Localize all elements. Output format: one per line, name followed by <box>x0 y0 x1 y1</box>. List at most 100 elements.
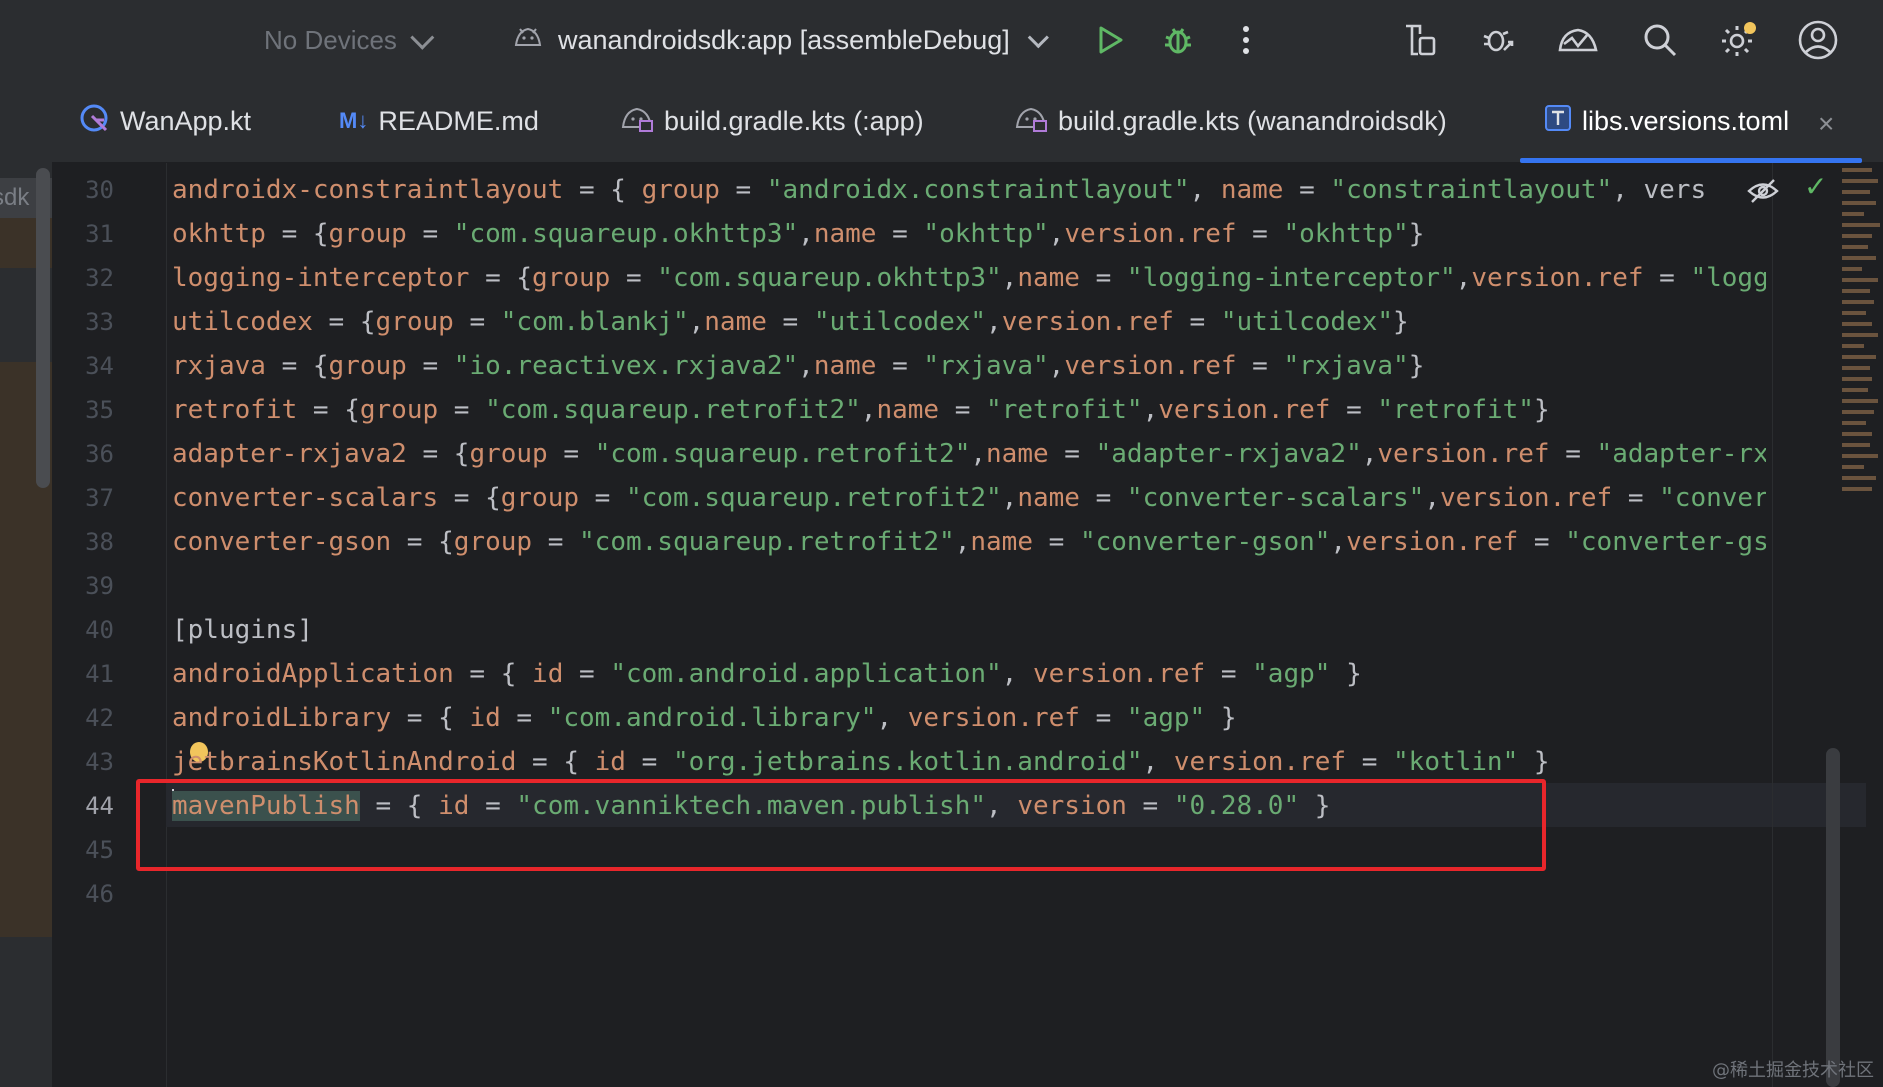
line-number: 45 <box>85 836 114 864</box>
error-stripe[interactable] <box>1842 168 1883 528</box>
right-margin-guide <box>1772 163 1773 1087</box>
account-icon[interactable] <box>1796 18 1840 62</box>
line-number: 46 <box>85 880 114 908</box>
code-line[interactable]: converter-scalars = {group = "com.square… <box>172 476 1766 520</box>
error-stripe-mark <box>1842 487 1872 491</box>
error-stripe-mark <box>1842 267 1862 271</box>
tab-build-gradle-app[interactable]: build.gradle.kts (:app) <box>620 80 924 162</box>
line-number: 43 <box>85 748 114 776</box>
code-line[interactable]: adapter-rxjava2 = {group = "com.squareup… <box>172 432 1766 476</box>
tab-readme-md[interactable]: M↓ README.md <box>339 80 539 162</box>
error-stripe-mark <box>1842 168 1872 172</box>
line-number: 35 <box>85 396 114 424</box>
line-number: 36 <box>85 440 114 468</box>
chevron-down-icon <box>1027 26 1049 48</box>
reader-mode-icon[interactable] <box>1746 176 1780 206</box>
error-stripe-mark <box>1842 190 1870 194</box>
tab-label: WanApp.kt <box>120 105 252 136</box>
line-number: 31 <box>85 220 114 248</box>
error-stripe-mark <box>1842 201 1876 205</box>
code-line[interactable]: mavenPublish = { id = "com.vanniktech.ma… <box>172 784 1330 828</box>
error-stripe-mark <box>1842 388 1868 392</box>
error-stripe-mark <box>1842 333 1878 337</box>
kotlin-file-icon <box>78 102 110 141</box>
line-number: 34 <box>85 352 114 380</box>
code-line[interactable]: okhttp = {group = "com.squareup.okhttp3"… <box>172 212 1424 256</box>
line-number: 41 <box>85 660 114 688</box>
code-line[interactable]: [plugins] <box>172 608 313 652</box>
tab-label: README.md <box>378 105 539 136</box>
tab-label: libs.versions.toml <box>1582 105 1790 136</box>
error-stripe-mark <box>1842 410 1874 414</box>
code-line[interactable]: logging-interceptor = {group = "com.squa… <box>172 256 1766 300</box>
error-stripe-mark <box>1842 278 1878 282</box>
error-stripe-mark <box>1842 421 1866 425</box>
code-line[interactable]: converter-gson = {group = "com.squareup.… <box>172 520 1766 564</box>
debug-icon[interactable] <box>1156 18 1200 62</box>
error-stripe-mark <box>1842 465 1864 469</box>
code-line[interactable]: retrofit = {group = "com.squareup.retrof… <box>172 388 1550 432</box>
tab-label: build.gradle.kts (:app) <box>664 105 924 136</box>
code-line[interactable]: androidApplication = { id = "com.android… <box>172 652 1362 696</box>
tab-build-gradle-wanandroidsdk[interactable]: build.gradle.kts (wanandroidsdk) <box>1014 80 1447 162</box>
android-device-icon <box>512 23 544 58</box>
code-line[interactable]: jetbrainsKotlinAndroid = { id = "org.jet… <box>172 740 1550 784</box>
error-stripe-mark <box>1842 454 1878 458</box>
tab-label: build.gradle.kts (wanandroidsdk) <box>1058 105 1447 136</box>
gradle-icon <box>1014 103 1048 140</box>
error-stripe-mark <box>1842 223 1880 227</box>
run-icon[interactable] <box>1088 18 1132 62</box>
gradle-icon <box>620 103 654 140</box>
sync-gradle-icon[interactable] <box>1398 18 1442 62</box>
error-stripe-mark <box>1842 311 1866 315</box>
search-icon[interactable] <box>1638 18 1682 62</box>
error-stripe-mark <box>1842 432 1872 436</box>
line-number: 37 <box>85 484 114 512</box>
error-stripe-mark <box>1842 377 1872 381</box>
code-line[interactable]: utilcodex = {group = "com.blankj",name =… <box>172 300 1409 344</box>
attach-debugger-icon[interactable] <box>1476 18 1520 62</box>
device-selector-label: No Devices <box>264 24 397 55</box>
markdown-icon: M↓ <box>339 108 369 133</box>
line-number: 33 <box>85 308 114 336</box>
error-stripe-mark <box>1842 399 1878 403</box>
error-stripe-mark <box>1842 212 1864 216</box>
more-icon[interactable] <box>1224 18 1268 62</box>
tab-libs-versions-toml[interactable]: libs.versions.toml <box>1544 80 1789 162</box>
editor-vertical-scrollbar[interactable] <box>1826 748 1840 1087</box>
error-stripe-mark <box>1842 443 1870 447</box>
code-line[interactable]: androidx-constraintlayout = { group = "a… <box>172 168 1706 212</box>
inspection-ok-icon[interactable]: ✓ <box>1804 170 1827 203</box>
error-stripe-mark <box>1842 289 1870 293</box>
editor-tab-bar: WanApp.kt M↓ README.md build.gradle.kts … <box>52 80 1883 163</box>
chevron-down-icon <box>410 25 435 50</box>
error-stripe-mark <box>1842 322 1872 326</box>
error-stripe-mark <box>1842 366 1870 370</box>
project-panel-scrollbar[interactable] <box>36 168 50 488</box>
error-stripe-mark <box>1842 344 1864 348</box>
error-stripe-mark <box>1842 256 1876 260</box>
watermark: @稀土掘金技术社区 <box>1712 1060 1874 1081</box>
line-number: 32 <box>85 264 114 292</box>
code-line[interactable]: androidLibrary = { id = "com.android.lib… <box>172 696 1237 740</box>
error-stripe-mark <box>1842 355 1876 359</box>
error-stripe-mark <box>1842 179 1878 183</box>
error-stripe-mark <box>1842 300 1874 304</box>
line-number: 30 <box>85 176 114 204</box>
line-number: 39 <box>85 572 114 600</box>
device-selector[interactable]: No Devices <box>264 22 435 58</box>
error-stripe-mark <box>1842 234 1872 238</box>
line-number: 42 <box>85 704 114 732</box>
close-icon[interactable]: × <box>1818 108 1834 140</box>
run-configuration-selector[interactable]: wanandroidsdk:app [assembleDebug] <box>512 20 1049 60</box>
code-line[interactable]: rxjava = {group = "io.reactivex.rxjava2"… <box>172 344 1424 388</box>
error-stripe-mark <box>1842 476 1876 480</box>
settings-icon[interactable] <box>1716 18 1760 62</box>
line-number: 38 <box>85 528 114 556</box>
profiler-icon[interactable] <box>1556 18 1600 62</box>
toml-icon <box>1544 104 1572 139</box>
line-number: 44 <box>85 792 114 820</box>
error-stripe-mark <box>1842 245 1868 249</box>
run-configuration-label: wanandroidsdk:app [assembleDebug] <box>558 24 1010 55</box>
tab-wanapp-kt[interactable]: WanApp.kt <box>78 80 251 162</box>
